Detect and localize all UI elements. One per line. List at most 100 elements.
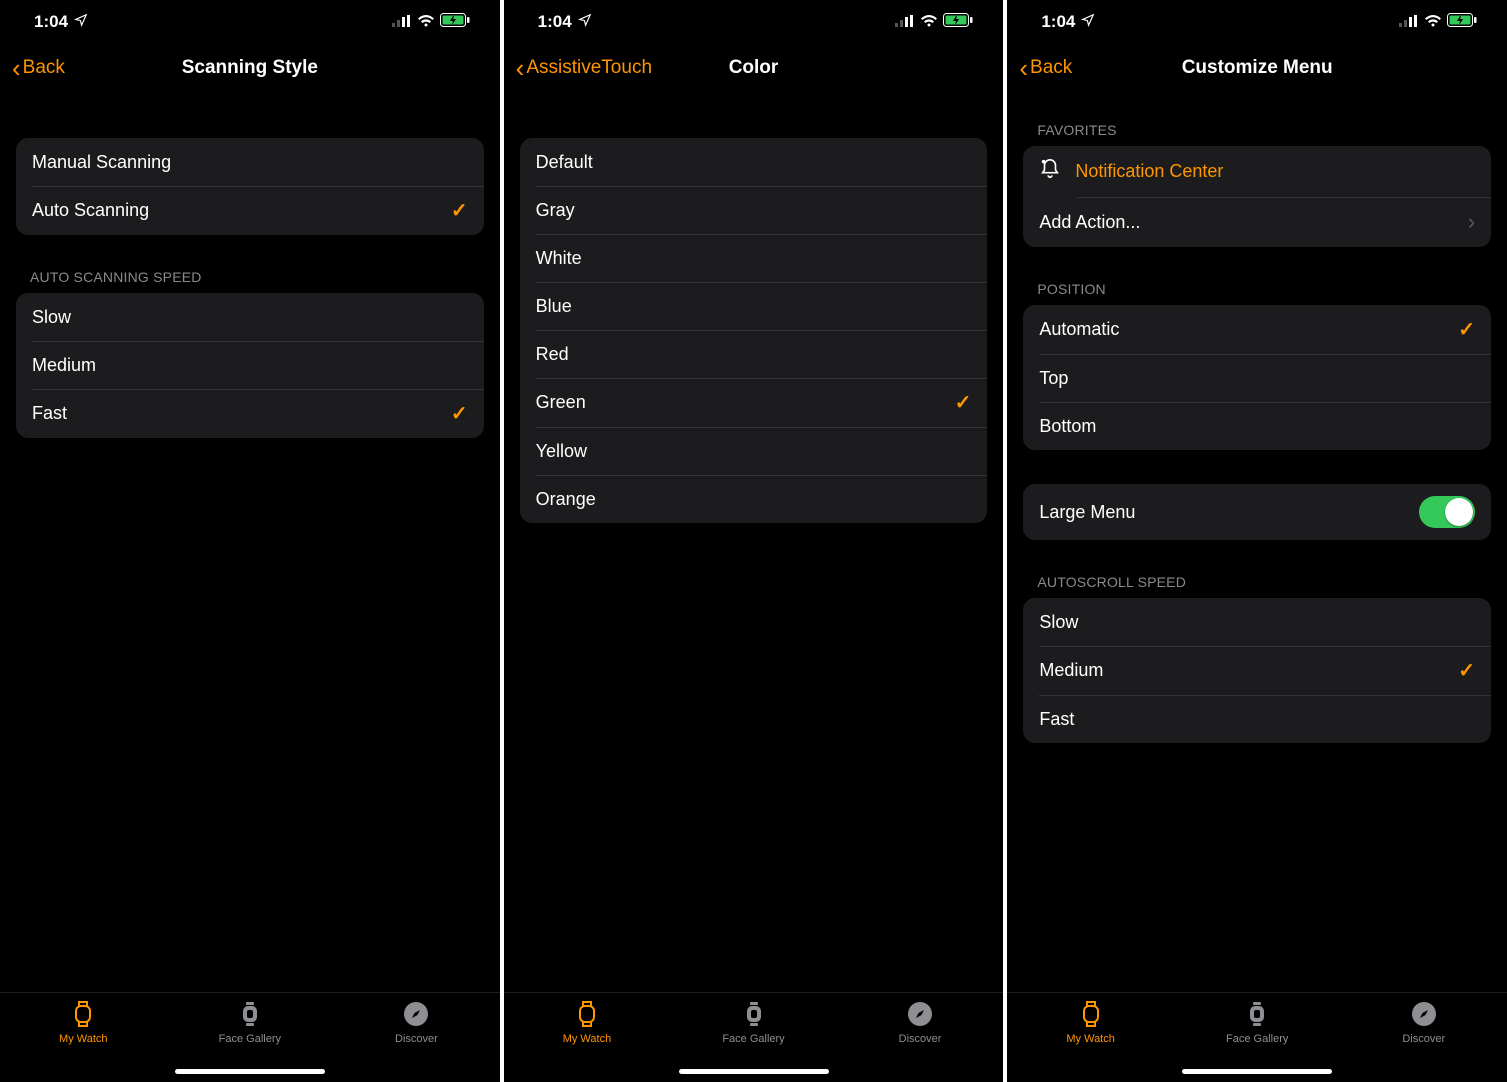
tab-my-watch[interactable]: My Watch — [0, 999, 167, 1082]
tab-my-watch[interactable]: My Watch — [1007, 999, 1174, 1082]
watch-icon — [1078, 999, 1104, 1029]
back-button[interactable]: ‹ Back — [12, 55, 65, 81]
large-menu-group: Large Menu — [1023, 484, 1491, 540]
content: FAVORITES Notification Center Add Action… — [1007, 92, 1507, 992]
option-orange[interactable]: Orange — [520, 475, 988, 523]
home-indicator[interactable] — [1182, 1069, 1332, 1074]
section-header-favorites: FAVORITES — [1037, 122, 1491, 138]
tab-label: My Watch — [1066, 1033, 1115, 1045]
option-label: Top — [1039, 368, 1068, 389]
home-indicator[interactable] — [175, 1069, 325, 1074]
option-medium[interactable]: Medium — [16, 341, 484, 389]
checkmark-icon: ✓ — [1458, 658, 1475, 683]
tab-label: Face Gallery — [722, 1033, 784, 1045]
battery-icon — [943, 12, 973, 32]
status-time: 1:04 — [1041, 12, 1075, 32]
scanning-speed-group: Slow Medium Fast ✓ — [16, 293, 484, 438]
tab-discover[interactable]: Discover — [837, 999, 1004, 1082]
watch-face-icon — [742, 999, 766, 1029]
section-header-position: POSITION — [1037, 281, 1491, 297]
tab-discover[interactable]: Discover — [333, 999, 500, 1082]
checkmark-icon: ✓ — [451, 401, 468, 426]
option-label: Green — [536, 392, 586, 413]
large-menu-row[interactable]: Large Menu — [1023, 484, 1491, 540]
tab-discover[interactable]: Discover — [1340, 999, 1507, 1082]
tab-my-watch[interactable]: My Watch — [504, 999, 671, 1082]
option-default[interactable]: Default — [520, 138, 988, 186]
option-gray[interactable]: Gray — [520, 186, 988, 234]
option-bottom[interactable]: Bottom — [1023, 402, 1491, 450]
checkmark-icon: ✓ — [1458, 317, 1475, 342]
location-icon — [74, 12, 88, 32]
favorites-group: Notification Center Add Action... › — [1023, 146, 1491, 247]
bell-icon — [1039, 158, 1061, 185]
page-title: Customize Menu — [1182, 57, 1333, 79]
page-title: Scanning Style — [182, 57, 318, 79]
watch-icon — [574, 999, 600, 1029]
back-label: Back — [1030, 57, 1072, 79]
option-top[interactable]: Top — [1023, 354, 1491, 402]
option-label: Medium — [32, 355, 96, 376]
option-white[interactable]: White — [520, 234, 988, 282]
battery-icon — [440, 12, 470, 32]
option-medium[interactable]: Medium✓ — [1023, 646, 1491, 695]
option-fast[interactable]: Fast ✓ — [16, 389, 484, 438]
option-fast[interactable]: Fast — [1023, 695, 1491, 743]
option-label: Fast — [32, 403, 67, 424]
option-red[interactable]: Red — [520, 330, 988, 378]
nav-header: ‹ AssistiveTouch Color — [504, 44, 1004, 92]
chevron-left-icon: ‹ — [1019, 55, 1028, 81]
status-bar: 1:04 — [504, 0, 1004, 44]
home-indicator[interactable] — [679, 1069, 829, 1074]
option-label: Manual Scanning — [32, 152, 171, 173]
status-time: 1:04 — [538, 12, 572, 32]
screen-customize-menu: 1:04 ‹ Back Customize Menu FAVORITES — [1005, 0, 1507, 1082]
back-button[interactable]: ‹ AssistiveTouch — [516, 55, 652, 81]
nav-header: ‹ Back Customize Menu — [1007, 44, 1507, 92]
back-button[interactable]: ‹ Back — [1019, 55, 1072, 81]
wifi-icon — [1424, 12, 1442, 32]
row-label: Add Action... — [1039, 212, 1140, 233]
checkmark-icon: ✓ — [451, 198, 468, 223]
page-title: Color — [729, 57, 779, 79]
compass-icon — [907, 999, 933, 1029]
screen-scanning-style: 1:04 ‹ Back Scanning Style M — [0, 0, 500, 1082]
option-slow[interactable]: Slow — [16, 293, 484, 341]
chevron-left-icon: ‹ — [516, 55, 525, 81]
watch-face-icon — [1245, 999, 1269, 1029]
tab-label: Discover — [395, 1033, 438, 1045]
option-automatic[interactable]: Automatic ✓ — [1023, 305, 1491, 354]
status-bar: 1:04 — [0, 0, 500, 44]
nav-header: ‹ Back Scanning Style — [0, 44, 500, 92]
option-label: Red — [536, 344, 569, 365]
checkmark-icon: ✓ — [955, 390, 972, 415]
option-yellow[interactable]: Yellow — [520, 427, 988, 475]
add-action-row[interactable]: Add Action... › — [1023, 197, 1491, 247]
option-slow[interactable]: Slow — [1023, 598, 1491, 646]
back-label: AssistiveTouch — [526, 57, 652, 79]
wifi-icon — [920, 12, 938, 32]
row-label: Large Menu — [1039, 502, 1135, 523]
large-menu-toggle[interactable] — [1419, 496, 1475, 528]
favorite-notification-center[interactable]: Notification Center — [1023, 146, 1491, 197]
option-label: Fast — [1039, 709, 1074, 730]
position-group: Automatic ✓ Top Bottom — [1023, 305, 1491, 450]
option-label: Gray — [536, 200, 575, 221]
option-label: Default — [536, 152, 593, 173]
battery-icon — [1447, 12, 1477, 32]
content: Default Gray White Blue Red Green ✓ Yello… — [504, 92, 1004, 992]
section-header-auto-scanning-speed: AUTO SCANNING SPEED — [30, 269, 484, 285]
favorite-label: Notification Center — [1075, 161, 1223, 182]
wifi-icon — [417, 12, 435, 32]
color-group: Default Gray White Blue Red Green ✓ Yello… — [520, 138, 988, 523]
option-green[interactable]: Green ✓ — [520, 378, 988, 427]
content: Manual Scanning Auto Scanning ✓ AUTO SCA… — [0, 92, 500, 992]
option-label: Automatic — [1039, 319, 1119, 340]
option-label: Bottom — [1039, 416, 1096, 437]
option-label: Slow — [32, 307, 71, 328]
option-label: White — [536, 248, 582, 269]
option-auto-scanning[interactable]: Auto Scanning ✓ — [16, 186, 484, 235]
tab-label: My Watch — [59, 1033, 108, 1045]
option-manual-scanning[interactable]: Manual Scanning — [16, 138, 484, 186]
option-blue[interactable]: Blue — [520, 282, 988, 330]
